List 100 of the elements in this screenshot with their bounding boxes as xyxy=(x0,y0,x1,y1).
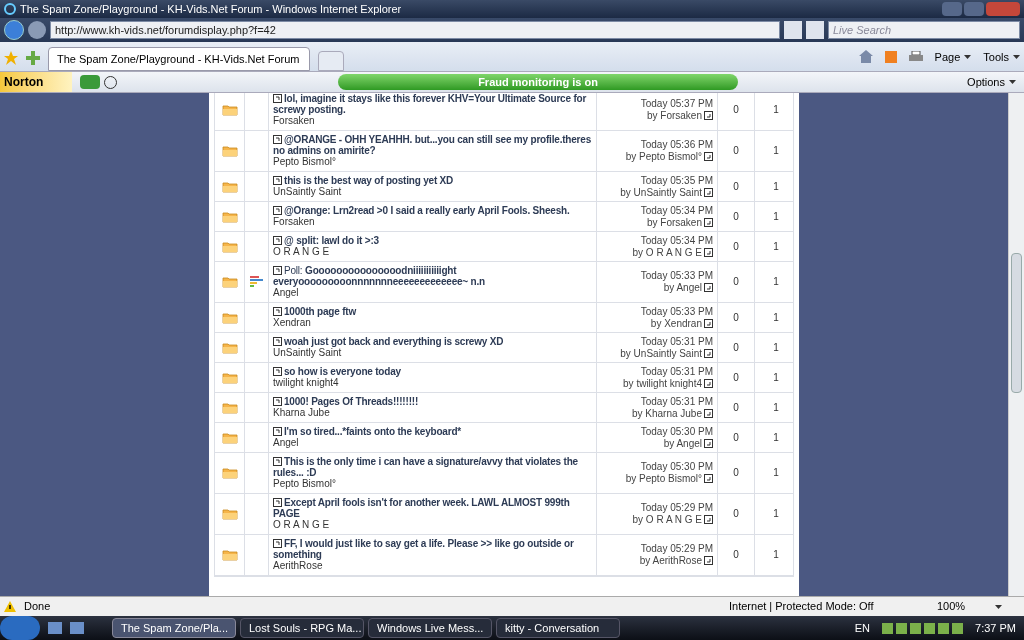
scrollbar-thumb[interactable] xyxy=(1011,253,1022,393)
taskbar-button[interactable]: Windows Live Mess... xyxy=(368,618,492,638)
go-to-last-post-icon[interactable] xyxy=(704,318,713,328)
thread-author[interactable]: AerithRose xyxy=(273,560,592,572)
thread-title-link[interactable]: Poll: Gooooooooooooooodniiiiiiiiiiight everyooooooooonnnnnnneeeeeeeeeeeee~ n.n xyxy=(273,265,592,287)
go-to-last-post-icon[interactable] xyxy=(704,187,713,197)
last-post-time: Today 05:33 PM xyxy=(640,270,713,282)
taskbar-button[interactable]: The Spam Zone/Pla... xyxy=(112,618,236,638)
post-icon xyxy=(273,236,282,245)
language-indicator[interactable]: EN xyxy=(854,619,871,637)
favorites-star-icon[interactable] xyxy=(4,51,18,65)
folder-icon xyxy=(221,276,238,288)
go-to-last-post-icon[interactable] xyxy=(704,111,713,120)
browser-tab[interactable]: The Spam Zone/Playground - KH-Vids.Net Forum xyxy=(48,47,310,71)
last-post-author[interactable]: by O R A N G E xyxy=(632,514,702,525)
thread-author[interactable]: Angel xyxy=(273,287,592,299)
go-to-last-post-icon[interactable] xyxy=(704,556,713,565)
last-post-author[interactable]: by Kharna Jube xyxy=(631,407,702,419)
search-field[interactable]: Live Search xyxy=(828,21,1020,39)
caret-icon[interactable] xyxy=(1013,54,1020,59)
thread-title-link[interactable]: woah just got back and everything is screwy XD xyxy=(273,336,592,347)
poll-icon xyxy=(249,276,264,288)
caret-icon[interactable] xyxy=(995,604,1002,609)
go-to-last-post-icon[interactable] xyxy=(704,152,713,161)
home-icon[interactable] xyxy=(858,50,873,64)
last-post-author[interactable]: by Angel xyxy=(663,282,702,293)
tray-icon[interactable] xyxy=(882,622,894,634)
go-to-last-post-icon[interactable] xyxy=(704,348,713,358)
taskbar-button[interactable]: kitty - Conversation xyxy=(496,618,620,638)
start-button[interactable] xyxy=(0,616,40,640)
thread-author[interactable]: O R A N G E xyxy=(273,246,592,258)
tray-icon[interactable] xyxy=(952,622,964,634)
thread-title-link[interactable]: @Orange: Lrn2read >0 I said a really early April Fools. Sheesh. xyxy=(273,205,592,216)
tray-icon[interactable] xyxy=(924,622,936,634)
thread-author[interactable]: Forsaken xyxy=(273,115,592,127)
last-post-author[interactable]: by Pepto Bismol° xyxy=(625,151,702,162)
last-post-author[interactable]: by Angel xyxy=(663,437,702,449)
command-menu-button[interactable]: Page xyxy=(934,48,972,65)
thread-author[interactable]: Kharna Jube xyxy=(273,407,592,419)
thread-author[interactable]: Angel xyxy=(273,437,592,449)
go-to-last-post-icon[interactable] xyxy=(704,408,713,418)
address-field[interactable]: http://www.kh-vids.net/forumdisplay.php?f=42 xyxy=(50,21,780,39)
tray-icon[interactable] xyxy=(910,622,922,634)
go-to-last-post-icon[interactable] xyxy=(704,217,713,227)
post-icon xyxy=(273,176,282,185)
thread-author[interactable]: Xendran xyxy=(273,317,592,329)
last-post-author[interactable]: by Forsaken xyxy=(646,216,702,228)
replies-count: 0 xyxy=(733,104,739,116)
forward-button[interactable] xyxy=(28,21,46,39)
options-menu-button[interactable]: Options xyxy=(959,73,1024,91)
thread-author[interactable]: twilight knight4 xyxy=(273,377,592,389)
go-to-last-post-icon[interactable] xyxy=(704,378,713,388)
back-button[interactable] xyxy=(4,20,24,40)
thread-author[interactable]: Pepto Bismol° xyxy=(273,156,592,168)
last-post-author[interactable]: by O R A N G E xyxy=(632,246,702,258)
thread-title-link[interactable]: this is the best way of posting yet XD xyxy=(273,175,592,186)
thread-title-link[interactable]: 1000! Pages Of Threads!!!!!!!! xyxy=(273,396,592,407)
status-text: Done xyxy=(24,599,52,615)
go-to-last-post-icon[interactable] xyxy=(704,515,713,524)
folder-icon xyxy=(221,311,238,324)
replies-count: 0 xyxy=(733,371,739,384)
replies-count: 0 xyxy=(733,240,739,253)
go-to-last-post-icon[interactable] xyxy=(704,283,713,292)
tray-icon[interactable] xyxy=(896,622,908,634)
thread-title-link[interactable]: I'm so tired...*faints onto the keyboard* xyxy=(273,426,592,437)
thread-title-link[interactable]: @ORANGE - OHH YEAHHH. but...you can still see my profile.theres no admins on amirite? xyxy=(273,134,592,156)
command-menu-button[interactable]: Tools xyxy=(983,48,1020,65)
last-post-author[interactable]: by Xendran xyxy=(650,317,702,329)
last-post-author[interactable]: by UnSaintly Saint xyxy=(620,186,702,198)
go-to-last-post-icon[interactable] xyxy=(704,247,713,257)
last-post-author[interactable]: by AerithRose xyxy=(639,555,702,566)
thread-author[interactable]: UnSaintly Saint xyxy=(273,347,592,359)
thread-title-link[interactable]: 1000th page ftw xyxy=(273,306,592,317)
views-count: 1 xyxy=(773,467,779,479)
thread-author[interactable]: Forsaken xyxy=(273,216,592,228)
last-post-author[interactable]: by twilight knight4 xyxy=(623,377,702,389)
printer-icon[interactable] xyxy=(908,50,923,63)
caret-icon[interactable] xyxy=(1009,80,1016,84)
tray-icon[interactable] xyxy=(938,622,950,634)
go-to-last-post-icon[interactable] xyxy=(704,474,713,483)
thread-author[interactable]: O R A N G E xyxy=(273,519,592,531)
scrollbar[interactable] xyxy=(1008,93,1024,596)
go-to-last-post-icon[interactable] xyxy=(704,438,713,448)
last-post-author[interactable]: by Pepto Bismol° xyxy=(625,473,702,484)
thread-title-link[interactable]: lol, imagine it stays like this forever KHV=Your Ultimate Source for screwy posting. xyxy=(273,93,592,115)
thread-title-link[interactable]: so how is everyone today xyxy=(273,366,592,377)
caret-icon[interactable] xyxy=(964,54,972,59)
zoom-level[interactable]: 100% xyxy=(937,598,987,615)
thread-author[interactable]: UnSaintly Saint xyxy=(273,186,592,198)
taskbar-button[interactable]: Lost Souls - RPG Ma... xyxy=(240,618,364,638)
thread-title-link[interactable]: This is the only time i can have a signature/avvy that violates the rules... :D xyxy=(273,456,592,478)
clock[interactable]: 7:37 PM xyxy=(975,619,1016,637)
thread-author[interactable]: Pepto Bismol° xyxy=(273,478,592,490)
thread-title-link[interactable]: FF, I would just like to say get a life. Please >> like go outside or something xyxy=(273,538,592,560)
thread-title-link[interactable]: Except April fools isn't for another week. LAWL ALMOST 999th PAGE xyxy=(273,497,592,519)
thread-title-link[interactable]: @ split: lawl do it >:3 xyxy=(273,235,592,246)
last-post-author[interactable]: by Forsaken xyxy=(646,110,702,121)
views-count: 1 xyxy=(773,210,779,223)
post-icon xyxy=(273,337,282,346)
last-post-author[interactable]: by UnSaintly Saint xyxy=(620,347,702,359)
